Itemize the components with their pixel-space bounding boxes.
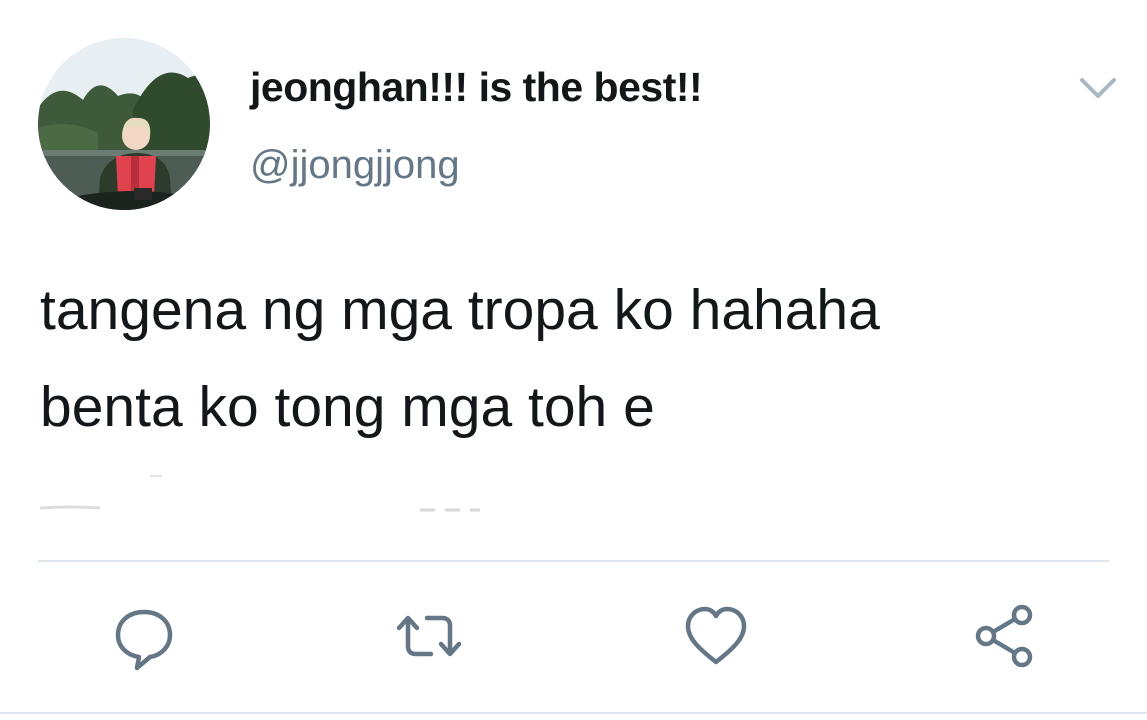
share-icon[interactable] (966, 598, 1042, 674)
display-name[interactable]: jeonghan!!! is the best!! (250, 64, 703, 111)
chevron-down-icon[interactable] (1072, 68, 1124, 108)
tweet-text-line: tangena ng mga tropa ko hahaha (40, 278, 880, 342)
heart-icon[interactable] (678, 598, 754, 674)
bottom-divider (0, 712, 1147, 714)
tweet-text: tangena ng mga tropa ko hahaha benta ko … (40, 262, 1120, 456)
faint-artifact (40, 475, 480, 512)
avatar-photo (38, 38, 210, 210)
reply-icon[interactable] (106, 598, 182, 674)
avatar[interactable] (38, 38, 210, 210)
user-handle[interactable]: @jjongjjong (250, 143, 460, 188)
retweet-icon[interactable] (391, 598, 467, 674)
tweet-card: jeonghan!!! is the best!! @jjongjjong ta… (0, 0, 1147, 720)
tweet-text-line: benta ko tong mga toh e (40, 375, 655, 439)
divider (38, 560, 1109, 562)
